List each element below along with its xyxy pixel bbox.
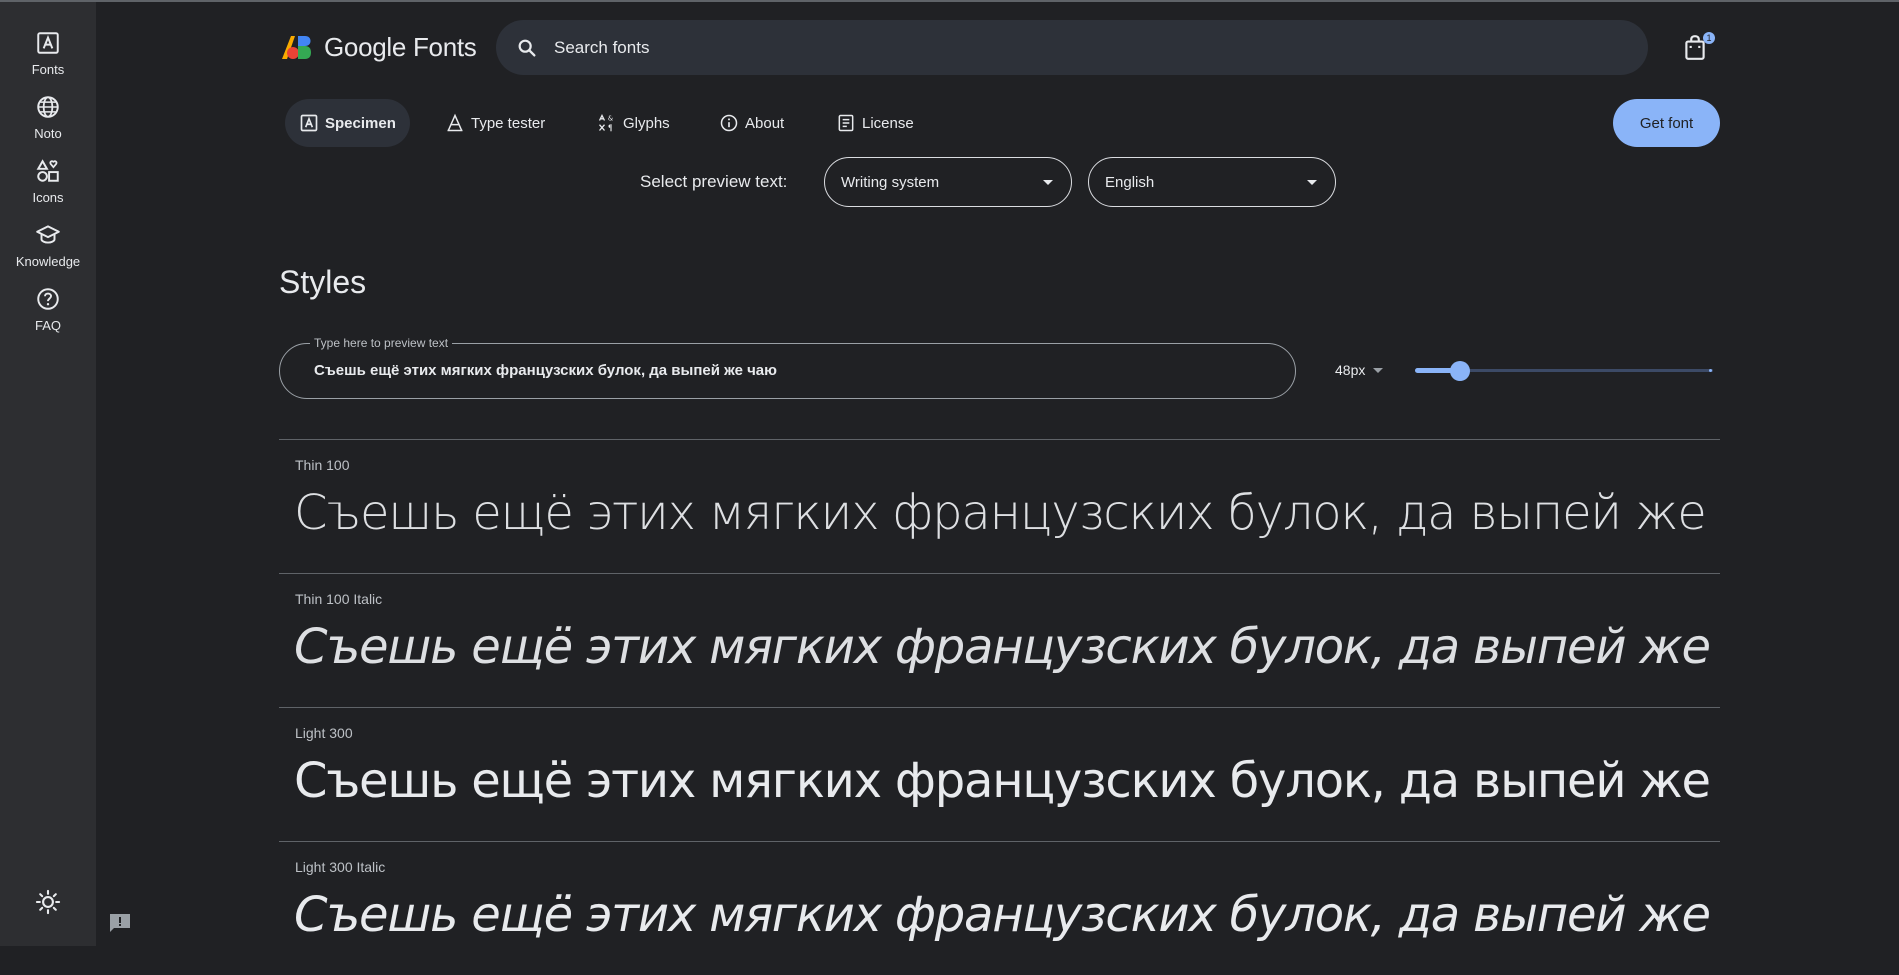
font-size-select[interactable]: 48px xyxy=(1335,362,1384,378)
tab-glyphs[interactable]: & ¶ Glyphs xyxy=(583,99,684,147)
top-divider xyxy=(0,0,1899,2)
language-select[interactable]: English xyxy=(1088,157,1336,207)
rail-item-label: Fonts xyxy=(31,62,65,77)
rail-item-knowledge[interactable]: Knowledge xyxy=(0,222,96,269)
style-name: Thin 100 xyxy=(295,457,350,473)
rail-item-label: Noto xyxy=(34,126,62,141)
tab-label: About xyxy=(745,114,785,132)
rail-item-fonts[interactable]: Fonts xyxy=(0,30,96,77)
rail-item-label: Icons xyxy=(32,190,64,205)
license-icon xyxy=(838,114,854,132)
svg-text:&: & xyxy=(608,115,613,123)
style-row: Thin 100 Italic Съешь ещё этих мягких фр… xyxy=(279,573,1720,707)
writing-system-value: Writing system xyxy=(841,173,940,191)
fonts-icon xyxy=(37,32,59,54)
tab-label: Type tester xyxy=(471,114,546,132)
tab-label: License xyxy=(862,114,914,132)
style-row: Light 300 Съешь ещё этих мягких французс… xyxy=(279,707,1720,841)
preview-text-label: Select preview text: xyxy=(640,172,788,191)
caret-down-icon xyxy=(1373,367,1384,373)
globe-icon xyxy=(37,96,59,118)
style-sample: Съешь ещё этих мягких французских булок,… xyxy=(294,619,1720,675)
glyphs-icon: &¶ xyxy=(598,114,613,133)
style-name: Light 300 Italic xyxy=(295,859,386,875)
slider-end-marker xyxy=(1709,369,1712,372)
style-sample: Съешь ещё этих мягких французских булок,… xyxy=(294,887,1720,943)
style-name: Thin 100 Italic xyxy=(295,591,383,607)
school-icon xyxy=(36,225,60,244)
specimen-icon xyxy=(300,114,318,132)
tab-type-tester[interactable]: Type tester xyxy=(431,99,559,147)
search-input[interactable] xyxy=(552,36,1556,59)
tab-label: Glyphs xyxy=(623,114,670,132)
language-value: English xyxy=(1105,173,1155,191)
google-fonts-logo-icon xyxy=(282,36,311,59)
search-bar[interactable] xyxy=(496,20,1648,75)
help-icon xyxy=(37,288,59,310)
get-font-button[interactable]: Get font xyxy=(1613,99,1720,147)
preview-text-input[interactable] xyxy=(312,361,1216,380)
styles-heading: Styles xyxy=(279,264,367,300)
caret-down-icon xyxy=(1307,179,1317,185)
style-name: Light 300 xyxy=(295,725,353,741)
rail-item-faq[interactable]: FAQ xyxy=(0,286,96,333)
tab-license[interactable]: License xyxy=(822,99,928,147)
preview-text-field[interactable]: Type here to preview text xyxy=(279,336,1296,399)
logo-text: Google Fonts xyxy=(324,31,477,62)
style-sample: Съешь ещё этих мягких французских булок,… xyxy=(294,485,1720,541)
style-row: Thin 100 Съешь ещё этих мягких французск… xyxy=(279,439,1720,573)
google-fonts-logo[interactable]: Google Fonts xyxy=(280,32,477,62)
tab-about[interactable]: About xyxy=(705,99,798,147)
svg-text:¶: ¶ xyxy=(608,124,613,133)
slider-thumb[interactable] xyxy=(1450,361,1470,381)
preview-field-legend: Type here to preview text xyxy=(310,336,453,350)
left-rail: Fonts Noto Icons Knowledge FAQ xyxy=(0,2,96,946)
tab-label: Specimen xyxy=(325,114,396,132)
feedback-icon[interactable] xyxy=(108,912,132,934)
cart-count-badge: 1 xyxy=(1703,32,1715,44)
style-sample: Съешь ещё этих мягких французских булок,… xyxy=(294,753,1720,809)
font-size-value: 48px xyxy=(1335,362,1366,378)
rail-item-noto[interactable]: Noto xyxy=(0,94,96,141)
rail-item-label: FAQ xyxy=(34,318,61,333)
info-icon xyxy=(720,114,738,132)
caret-down-icon xyxy=(1043,179,1053,185)
rail-item-icons[interactable]: Icons xyxy=(0,158,96,205)
font-size-slider[interactable] xyxy=(1415,358,1713,384)
search-icon xyxy=(518,39,536,57)
rail-item-label: Knowledge xyxy=(15,254,81,269)
tab-specimen[interactable]: Specimen xyxy=(285,99,410,147)
style-row: Light 300 Italic Съешь ещё этих мягких ф… xyxy=(279,841,1720,975)
brightness-icon[interactable] xyxy=(34,888,62,916)
shapes-icon xyxy=(36,159,59,182)
type-tester-icon xyxy=(447,113,463,132)
writing-system-select[interactable]: Writing system xyxy=(824,157,1072,207)
